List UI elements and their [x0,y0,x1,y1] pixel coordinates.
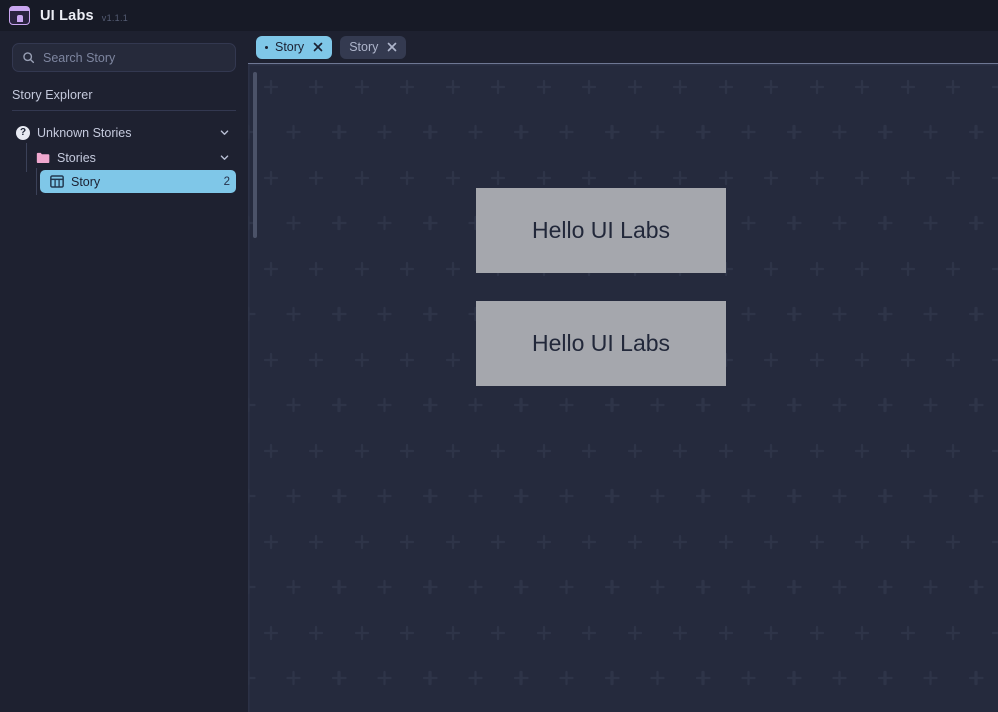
story-stage: Hello UI Labs Hello UI Labs [248,64,998,712]
search-box[interactable] [12,43,236,72]
main-panel: Story Story Hello UI Labs Hello UI Labs [248,31,998,712]
app-root: UI Labs v1.1.1 Story Explorer ? Unknown … [0,0,998,712]
chevron-down-icon[interactable] [219,152,230,163]
question-circle-icon: ? [16,125,30,140]
tree-item-label: Unknown Stories [37,125,132,140]
tree-guide-line [26,143,27,172]
story-canvas: Hello UI Labs Hello UI Labs [248,64,998,712]
component-icon [50,175,64,188]
sidebar: Story Explorer ? Unknown Stories [0,31,248,712]
logo-titlebar [10,7,29,11]
story-tree: ? Unknown Stories Stories Story 2 [12,120,236,195]
sidebar-divider [12,110,236,111]
tab-story-active[interactable]: Story [256,35,333,59]
search-input[interactable] [43,50,226,65]
hello-box: Hello UI Labs [476,301,726,386]
tree-item-label: Stories [57,150,96,165]
body-row: Story Explorer ? Unknown Stories [0,31,998,712]
tree-item-label: Story [71,174,101,189]
tab-bar: Story Story [248,31,998,64]
chevron-down-icon[interactable] [219,127,230,138]
logo-person-glyph [16,15,23,22]
app-header: UI Labs v1.1.1 [0,0,998,31]
tree-guide-line [36,168,37,195]
tab-label: Story [349,40,379,54]
story-explorer-title: Story Explorer [12,88,93,102]
app-window-person-icon [9,6,30,25]
tab-label: Story [275,40,305,54]
close-icon[interactable] [387,42,397,52]
tree-item-badge: 2 [223,175,230,188]
hello-box: Hello UI Labs [476,188,726,273]
close-icon[interactable] [313,42,323,52]
search-icon [23,52,35,64]
app-version: v1.1.1 [101,12,129,23]
tree-item-story[interactable]: Story 2 [36,168,236,195]
tab-modified-dot [265,45,268,49]
tab-story-inactive[interactable]: Story [340,35,407,59]
tree-item-unknown-stories[interactable]: ? Unknown Stories [12,120,236,145]
folder-icon [36,152,50,163]
app-title: UI Labs [40,7,94,24]
tree-item-stories-folder[interactable]: Stories [26,143,236,172]
